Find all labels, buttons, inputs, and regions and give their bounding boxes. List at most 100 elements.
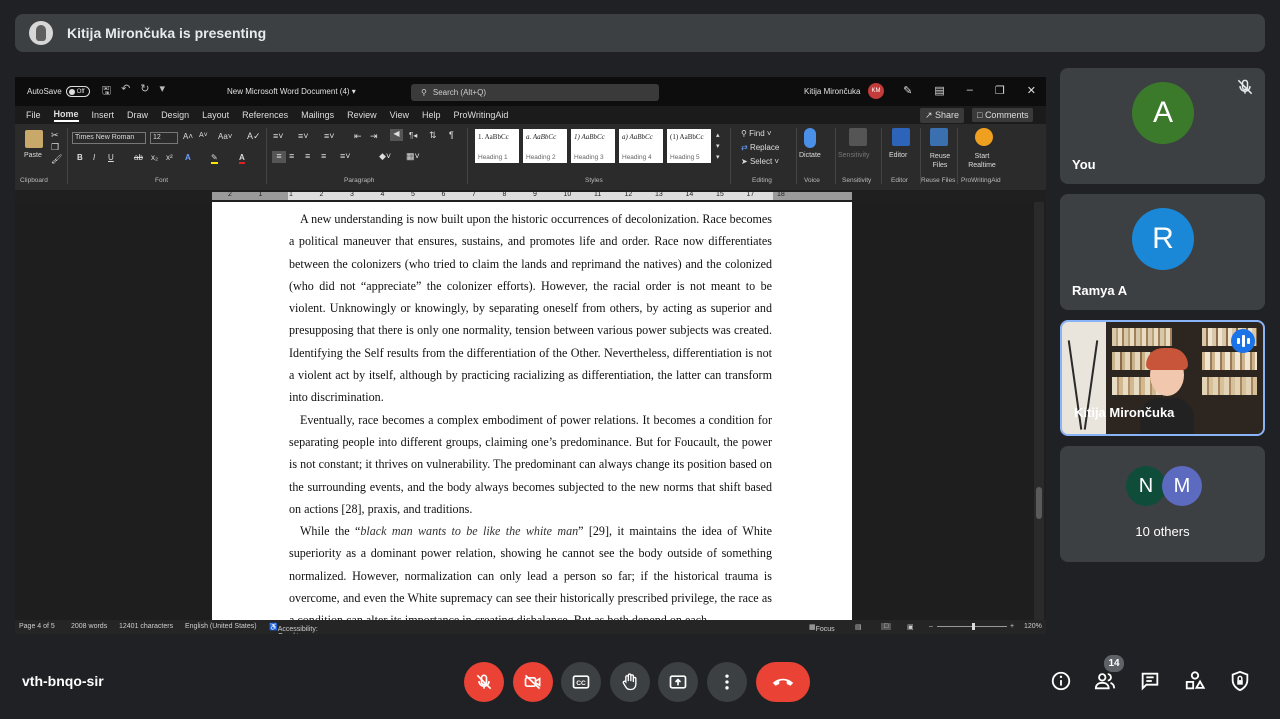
share-button[interactable]: ↗ Share bbox=[920, 108, 965, 123]
change-case-icon[interactable]: Aa˅ bbox=[218, 132, 232, 141]
paragraph-2[interactable]: Eventually, race becomes a complex embod… bbox=[289, 409, 772, 520]
more-options-button[interactable] bbox=[707, 662, 747, 702]
language-indicator[interactable]: English (United States) bbox=[185, 623, 257, 630]
styles-scroll-icon[interactable]: ▴ ▾ ▾ bbox=[716, 130, 720, 163]
menu-layout[interactable]: Layout bbox=[202, 110, 229, 120]
menu-mailings[interactable]: Mailings bbox=[301, 110, 334, 120]
chat-button[interactable] bbox=[1137, 668, 1163, 694]
horizontal-ruler[interactable]: 2 1 1 2 3 4 5 6 7 8 9 10 11 12 13 14 15 17 18 bbox=[15, 190, 1046, 202]
focus-button[interactable]: ▦ Focus bbox=[809, 623, 835, 633]
participant-tile-you[interactable]: A You bbox=[1060, 68, 1265, 184]
ltr-icon[interactable]: ¶◂ bbox=[409, 131, 417, 140]
present-button[interactable] bbox=[658, 662, 698, 702]
shrink-font-icon[interactable]: A˅ bbox=[199, 132, 208, 139]
clear-format-icon[interactable]: A✓ bbox=[247, 131, 261, 142]
page-count[interactable]: Page 4 of 5 bbox=[19, 623, 55, 630]
reuse-files-button[interactable]: Reuse Files bbox=[927, 152, 953, 170]
prowritingaid-icon[interactable] bbox=[975, 128, 993, 146]
paste-icon[interactable] bbox=[25, 130, 43, 148]
close-icon[interactable]: ✕ bbox=[1027, 84, 1036, 97]
style-heading-2[interactable]: a. AaBbCc Heading 2 bbox=[523, 129, 567, 163]
align-center-icon[interactable]: ≡ bbox=[289, 151, 294, 161]
participant-tile-ramya[interactable]: R Ramya A bbox=[1060, 194, 1265, 310]
undo-icon[interactable]: ↶ bbox=[121, 82, 130, 101]
zoom-in-icon[interactable]: + bbox=[1010, 623, 1014, 630]
editor-icon[interactable] bbox=[892, 128, 910, 146]
text-effects-icon[interactable]: A bbox=[185, 153, 191, 162]
font-name-select[interactable]: Times New Roman bbox=[72, 132, 146, 144]
numbering-icon[interactable]: ≡˅ bbox=[298, 131, 309, 141]
restore-icon[interactable]: ❐ bbox=[995, 84, 1005, 97]
menu-references[interactable]: References bbox=[242, 110, 288, 120]
menu-design[interactable]: Design bbox=[161, 110, 189, 120]
menu-help[interactable]: Help bbox=[422, 110, 441, 120]
document-page[interactable]: A new understanding is now built upon th… bbox=[212, 202, 852, 620]
redo-icon[interactable]: ↻ bbox=[140, 82, 149, 101]
editor-button[interactable]: Editor bbox=[889, 152, 907, 159]
font-size-select[interactable]: 12 bbox=[150, 132, 178, 144]
save-icon[interactable]: 🖫 bbox=[102, 82, 111, 101]
replace-button[interactable]: ⇄ Replace bbox=[741, 143, 779, 152]
ribbon-display-icon[interactable]: ▤ bbox=[934, 84, 944, 97]
multilevel-list-icon[interactable]: ≡˅ bbox=[324, 131, 335, 141]
word-count[interactable]: 2008 words bbox=[71, 623, 107, 630]
increase-indent-icon[interactable]: ⇥ bbox=[370, 131, 378, 142]
accessibility-status[interactable]: ♿ Accessibility: Good to go bbox=[269, 623, 318, 634]
find-button[interactable]: ⚲ Find ˅ bbox=[741, 129, 772, 138]
account-name[interactable]: Kitija Mirončuka bbox=[804, 87, 860, 96]
reuse-files-icon[interactable] bbox=[930, 128, 948, 146]
document-title[interactable]: New Microsoft Word Document (4) ▾ bbox=[227, 87, 356, 96]
align-left-icon[interactable]: ≡ bbox=[272, 151, 286, 163]
show-marks-icon[interactable]: ¶ bbox=[449, 130, 454, 140]
raise-hand-button[interactable] bbox=[610, 662, 650, 702]
underline-button[interactable]: U bbox=[108, 153, 114, 162]
start-realtime-button[interactable]: Start Realtime bbox=[963, 152, 1001, 170]
zoom-out-icon[interactable]: – bbox=[929, 623, 933, 630]
participant-tile-presenter[interactable]: Kitija Mirončuka bbox=[1060, 320, 1265, 436]
style-heading-5[interactable]: (1) AaBbCc Heading 5 bbox=[667, 129, 711, 163]
activities-button[interactable] bbox=[1182, 668, 1208, 694]
paragraph-1[interactable]: A new understanding is now built upon th… bbox=[289, 208, 772, 409]
grow-font-icon[interactable]: A˄ bbox=[183, 132, 193, 141]
account-avatar[interactable]: KM bbox=[868, 83, 884, 99]
document-text[interactable]: A new understanding is now built upon th… bbox=[289, 208, 772, 620]
host-controls-button[interactable] bbox=[1227, 668, 1253, 694]
menu-home[interactable]: Home bbox=[53, 109, 79, 122]
borders-icon[interactable]: ▦˅ bbox=[406, 151, 420, 162]
camera-toggle-button[interactable] bbox=[513, 662, 553, 702]
customize-icon[interactable]: ▾ bbox=[160, 82, 166, 101]
line-spacing-icon[interactable]: ≡˅ bbox=[340, 151, 351, 161]
strikethrough-button[interactable]: ab bbox=[134, 153, 143, 162]
menu-view[interactable]: View bbox=[390, 110, 409, 120]
participant-tile-others[interactable]: N M 10 others bbox=[1060, 446, 1265, 562]
format-painter-icon[interactable]: 🖌 bbox=[51, 154, 62, 165]
style-heading-4[interactable]: a) AaBbCc Heading 4 bbox=[619, 129, 663, 163]
search-box[interactable]: ⚲ Search (Alt+Q) bbox=[411, 84, 659, 101]
mic-toggle-button[interactable] bbox=[464, 662, 504, 702]
menu-draw[interactable]: Draw bbox=[127, 110, 148, 120]
zoom-slider-handle[interactable] bbox=[972, 623, 975, 630]
justify-icon[interactable]: ≡ bbox=[321, 151, 326, 161]
character-count[interactable]: 12401 characters bbox=[119, 623, 173, 630]
read-mode-icon[interactable]: ▤ bbox=[855, 623, 862, 631]
bold-button[interactable]: B bbox=[77, 153, 83, 162]
style-heading-3[interactable]: 1) AaBbCc Heading 3 bbox=[571, 129, 615, 163]
rtl-icon[interactable]: ◀ bbox=[390, 129, 403, 141]
zoom-level[interactable]: 120% bbox=[1024, 623, 1042, 630]
web-layout-icon[interactable]: ▣ bbox=[907, 623, 914, 631]
copy-icon[interactable]: ❐ bbox=[51, 142, 59, 153]
menu-file[interactable]: File bbox=[26, 110, 41, 120]
menu-prowritingaid[interactable]: ProWritingAid bbox=[454, 110, 509, 120]
style-heading-1[interactable]: 1. AaBbCc Heading 1 bbox=[475, 129, 519, 163]
paste-button[interactable]: Paste bbox=[24, 152, 42, 159]
autosave-toggle[interactable]: AutoSave Off bbox=[27, 86, 90, 97]
cut-icon[interactable]: ✂ bbox=[51, 130, 59, 141]
bullets-icon[interactable]: ≡˅ bbox=[273, 131, 284, 141]
subscript-button[interactable]: x₂ bbox=[151, 153, 158, 162]
shading-icon[interactable]: ◆˅ bbox=[379, 151, 391, 162]
print-layout-icon[interactable]: □ bbox=[881, 623, 892, 630]
pen-icon[interactable]: ✎ bbox=[903, 84, 912, 97]
select-button[interactable]: ➤ Select ˅ bbox=[741, 157, 779, 166]
menu-insert[interactable]: Insert bbox=[92, 110, 115, 120]
microphone-icon[interactable] bbox=[804, 128, 816, 148]
